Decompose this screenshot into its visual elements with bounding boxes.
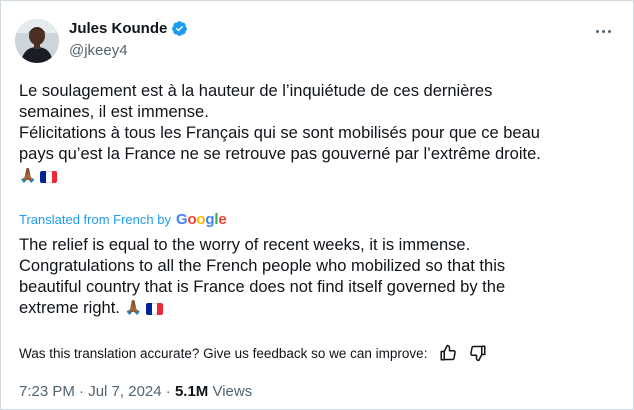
praying-hands-icon: 🙏🏾: [19, 168, 37, 185]
original-line-1: Le soulagement est à la hauteur de l’inq…: [19, 82, 493, 100]
france-flag-icon: [40, 170, 58, 183]
meta-separator: ·: [79, 383, 85, 400]
original-line-2: semaines, il est immense.: [19, 103, 209, 121]
translation-line-2: Congratulations to all the French people…: [19, 257, 506, 275]
translated-from-text: Translated from French by: [19, 212, 171, 227]
original-line-3: Félicitations à tous les Français qui se…: [19, 124, 540, 142]
praying-hands-icon: 🙏🏾: [124, 300, 142, 317]
views-count: 5.1M: [174, 383, 209, 400]
display-name[interactable]: Jules Kounde: [69, 20, 167, 37]
tweet-card[interactable]: Jules Kounde @jkeey4 Le soulagement est …: [0, 0, 634, 410]
translation-emoji-row: 🙏🏾: [124, 298, 163, 319]
translated-tweet-text: The relief is equal to the worry of rece…: [19, 235, 599, 319]
thumbs-down-icon[interactable]: [469, 344, 487, 362]
translation-line-4: extreme right.: [19, 299, 120, 317]
more-options-icon[interactable]: [591, 23, 615, 39]
meta-separator: ·: [165, 383, 171, 400]
verified-badge-icon: [172, 21, 188, 36]
tweet-metadata: 7:23 PM · Jul 7, 2024 · 5.1M Views: [19, 383, 252, 400]
views-label: Views: [212, 383, 253, 400]
original-tweet-text: Le soulagement est à la hauteur de l’inq…: [19, 81, 599, 187]
translation-line-3: beautiful country that is France does no…: [19, 278, 506, 296]
france-flag-icon: [145, 302, 163, 315]
tweet-date[interactable]: Jul 7, 2024: [88, 383, 161, 400]
original-emoji-row: 🙏🏾: [19, 166, 58, 187]
thumbs-up-icon[interactable]: [439, 344, 457, 362]
avatar-photo: [15, 19, 59, 63]
translated-by-label[interactable]: Translated from French by Google: [19, 211, 227, 228]
avatar[interactable]: [15, 19, 59, 63]
google-logo: Google: [175, 211, 227, 228]
translation-feedback: Was this translation accurate? Give us f…: [19, 344, 487, 362]
user-handle[interactable]: @jkeey4: [69, 42, 128, 59]
tweet-time[interactable]: 7:23 PM: [19, 383, 75, 400]
original-line-4: pays qu’est la France ne se retrouve pas…: [19, 145, 541, 163]
translation-line-1: The relief is equal to the worry of rece…: [19, 236, 471, 254]
feedback-question: Was this translation accurate? Give us f…: [19, 345, 428, 361]
